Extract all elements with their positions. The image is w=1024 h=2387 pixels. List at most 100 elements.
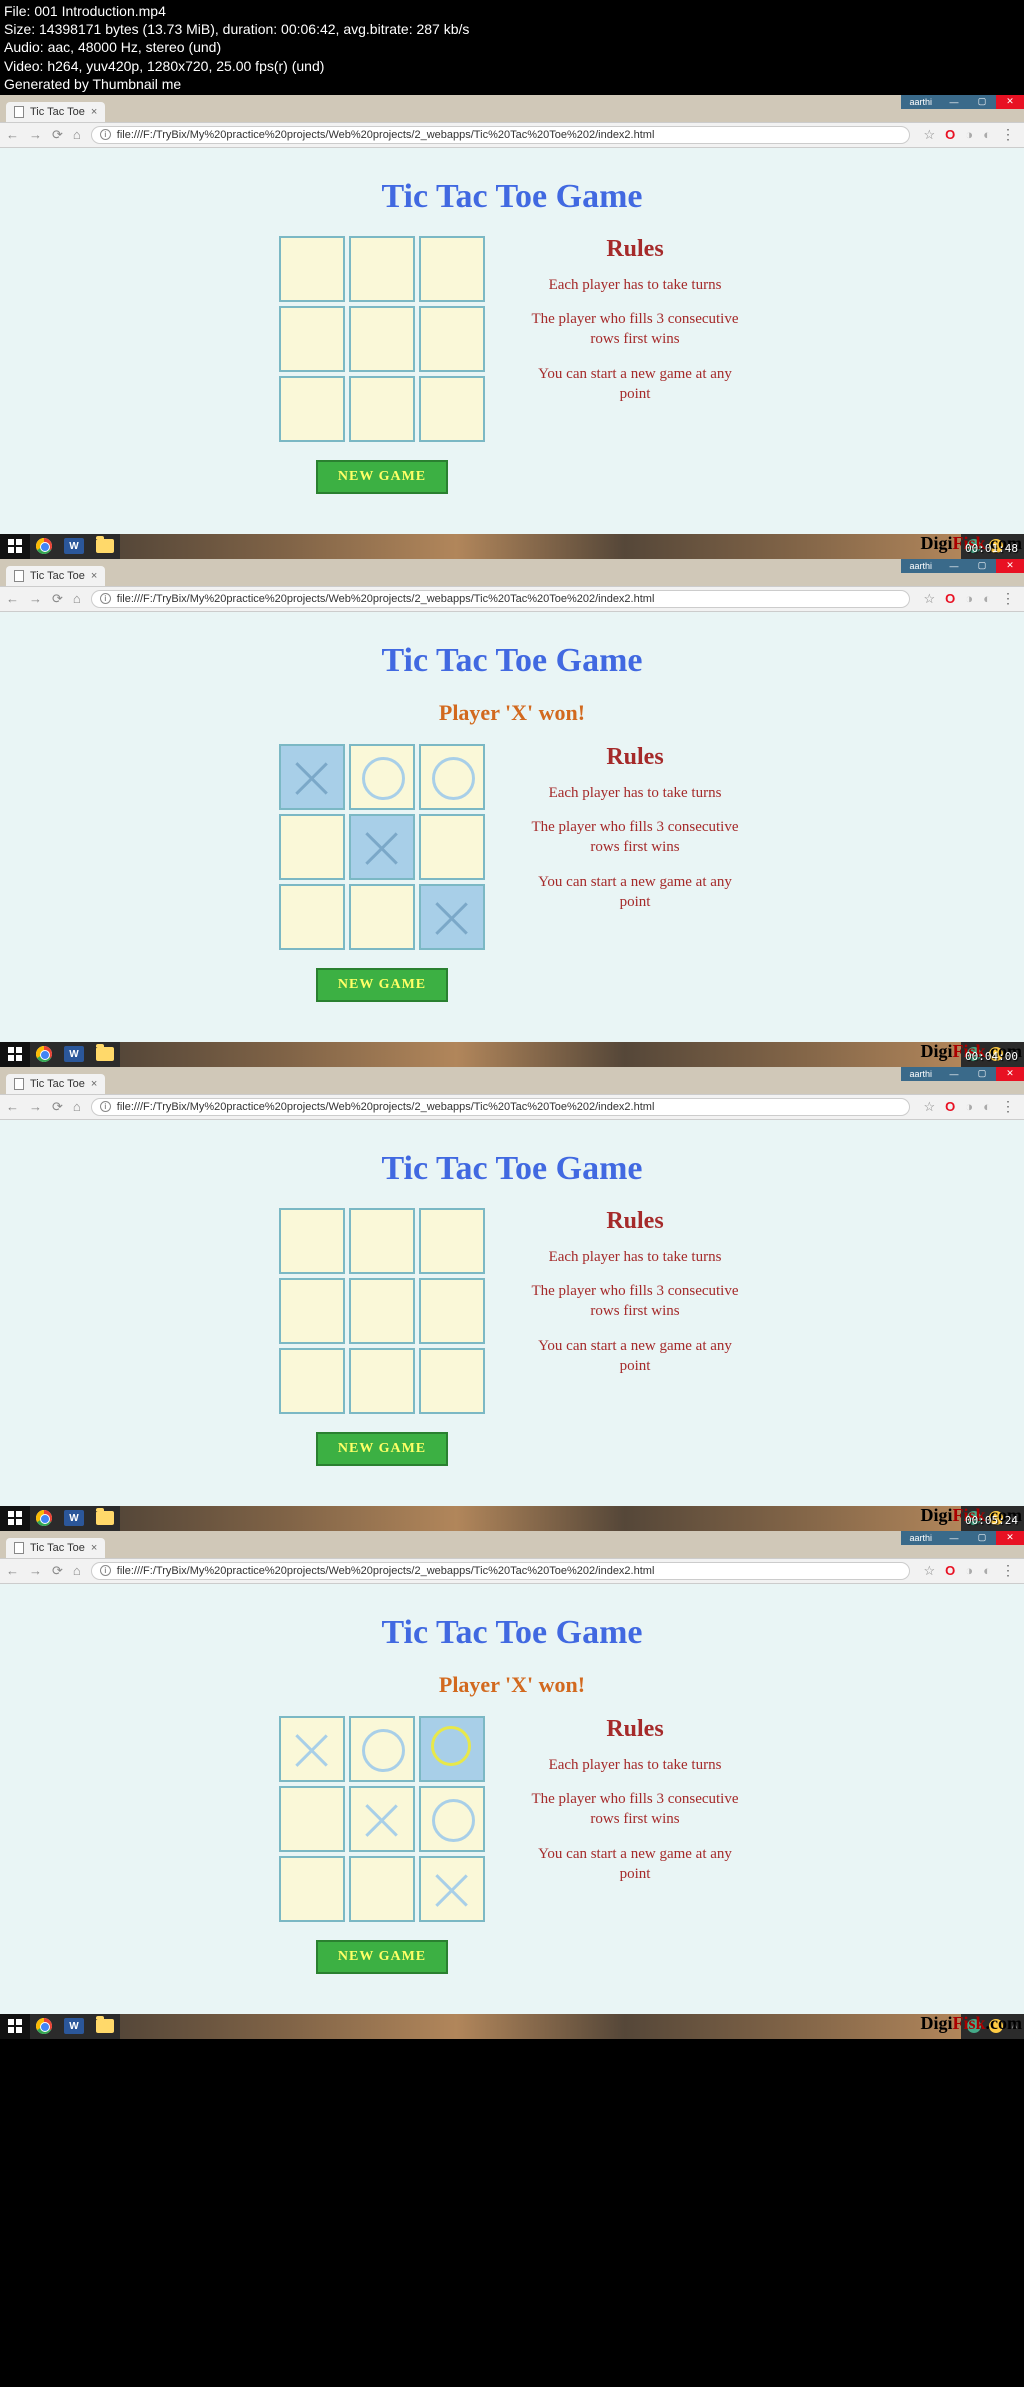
nav-back-icon[interactable]: ← <box>6 1099 19 1114</box>
new-game-button[interactable]: NEW GAME <box>316 460 448 494</box>
board-cell[interactable] <box>419 1856 485 1922</box>
extension-icon[interactable]: ◑ <box>965 1563 973 1578</box>
taskbar-chrome[interactable] <box>30 2014 58 2039</box>
board-cell[interactable] <box>419 236 485 302</box>
window-close-button[interactable]: ✕ <box>996 559 1024 573</box>
site-info-icon[interactable]: i <box>100 1565 111 1576</box>
board-cell[interactable] <box>279 1856 345 1922</box>
bookmark-star-icon[interactable]: ☆ <box>924 591 936 607</box>
taskbar-word[interactable]: W <box>58 2014 90 2039</box>
opera-extension-icon[interactable]: O <box>945 591 955 606</box>
taskbar-chrome[interactable] <box>30 534 58 559</box>
url-input[interactable]: i file:///F:/TryBix/My%20practice%20proj… <box>91 590 910 608</box>
extension-icon-2[interactable]: ◐ <box>983 127 991 142</box>
nav-home-icon[interactable]: ⌂ <box>73 127 81 142</box>
board-cell[interactable] <box>349 236 415 302</box>
board-cell[interactable] <box>419 1348 485 1414</box>
nav-reload-icon[interactable]: ⟳ <box>52 1563 63 1579</box>
extension-icon[interactable]: ◑ <box>965 1099 973 1114</box>
taskbar-explorer[interactable] <box>90 534 120 559</box>
taskbar-word[interactable]: W <box>58 534 90 559</box>
tab-close-icon[interactable]: × <box>91 570 97 582</box>
nav-reload-icon[interactable]: ⟳ <box>52 127 63 143</box>
board-cell[interactable] <box>349 884 415 950</box>
board-cell[interactable] <box>279 236 345 302</box>
board-cell[interactable] <box>279 1278 345 1344</box>
nav-back-icon[interactable]: ← <box>6 591 19 606</box>
board-cell[interactable] <box>349 814 415 880</box>
tab-close-icon[interactable]: × <box>91 1542 97 1554</box>
board-cell[interactable] <box>419 1786 485 1852</box>
url-input[interactable]: i file:///F:/TryBix/My%20practice%20proj… <box>91 126 910 144</box>
browser-tab[interactable]: Tic Tac Toe × <box>6 102 105 122</box>
nav-home-icon[interactable]: ⌂ <box>73 591 81 606</box>
nav-forward-icon[interactable]: → <box>29 1099 42 1114</box>
window-minimize-button[interactable]: — <box>940 95 968 109</box>
extension-icon[interactable]: ◑ <box>965 127 973 142</box>
start-button[interactable] <box>0 1506 30 1531</box>
board-cell[interactable] <box>279 744 345 810</box>
window-maximize-button[interactable]: ▢ <box>968 1531 996 1545</box>
board-cell[interactable] <box>419 1278 485 1344</box>
board-cell[interactable] <box>279 306 345 372</box>
board-cell[interactable] <box>279 1786 345 1852</box>
board-cell[interactable] <box>419 1716 485 1782</box>
window-close-button[interactable]: ✕ <box>996 1531 1024 1545</box>
opera-extension-icon[interactable]: O <box>945 1563 955 1578</box>
bookmark-star-icon[interactable]: ☆ <box>924 1563 936 1579</box>
board-cell[interactable] <box>279 1348 345 1414</box>
opera-extension-icon[interactable]: O <box>945 127 955 142</box>
tab-close-icon[interactable]: × <box>91 1078 97 1090</box>
opera-extension-icon[interactable]: O <box>945 1099 955 1114</box>
board-cell[interactable] <box>419 306 485 372</box>
start-button[interactable] <box>0 534 30 559</box>
site-info-icon[interactable]: i <box>100 593 111 604</box>
board-cell[interactable] <box>419 814 485 880</box>
nav-forward-icon[interactable]: → <box>29 127 42 142</box>
url-input[interactable]: i file:///F:/TryBix/My%20practice%20proj… <box>91 1562 910 1580</box>
board-cell[interactable] <box>349 1716 415 1782</box>
nav-home-icon[interactable]: ⌂ <box>73 1099 81 1114</box>
board-cell[interactable] <box>419 1208 485 1274</box>
nav-back-icon[interactable]: ← <box>6 127 19 142</box>
browser-tab[interactable]: Tic Tac Toe × <box>6 1538 105 1558</box>
start-button[interactable] <box>0 2014 30 2039</box>
board-cell[interactable] <box>349 744 415 810</box>
bookmark-star-icon[interactable]: ☆ <box>924 127 936 143</box>
board-cell[interactable] <box>349 1348 415 1414</box>
extension-icon-2[interactable]: ◐ <box>983 1099 991 1114</box>
window-minimize-button[interactable]: — <box>940 1531 968 1545</box>
new-game-button[interactable]: NEW GAME <box>316 968 448 1002</box>
browser-menu-icon[interactable]: ⋮ <box>1001 126 1014 143</box>
site-info-icon[interactable]: i <box>100 1101 111 1112</box>
window-maximize-button[interactable]: ▢ <box>968 1067 996 1081</box>
window-maximize-button[interactable]: ▢ <box>968 559 996 573</box>
tab-close-icon[interactable]: × <box>91 106 97 118</box>
new-game-button[interactable]: NEW GAME <box>316 1432 448 1466</box>
taskbar-explorer[interactable] <box>90 1042 120 1067</box>
taskbar-word[interactable]: W <box>58 1506 90 1531</box>
nav-forward-icon[interactable]: → <box>29 591 42 606</box>
taskbar-explorer[interactable] <box>90 2014 120 2039</box>
browser-menu-icon[interactable]: ⋮ <box>1001 1562 1014 1579</box>
nav-reload-icon[interactable]: ⟳ <box>52 1099 63 1115</box>
bookmark-star-icon[interactable]: ☆ <box>924 1099 936 1115</box>
extension-icon[interactable]: ◑ <box>965 591 973 606</box>
new-game-button[interactable]: NEW GAME <box>316 1940 448 1974</box>
board-cell[interactable] <box>279 884 345 950</box>
board-cell[interactable] <box>419 744 485 810</box>
taskbar-chrome[interactable] <box>30 1042 58 1067</box>
window-close-button[interactable]: ✕ <box>996 1067 1024 1081</box>
board-cell[interactable] <box>419 376 485 442</box>
nav-back-icon[interactable]: ← <box>6 1563 19 1578</box>
window-close-button[interactable]: ✕ <box>996 95 1024 109</box>
browser-menu-icon[interactable]: ⋮ <box>1001 590 1014 607</box>
board-cell[interactable] <box>349 1856 415 1922</box>
nav-forward-icon[interactable]: → <box>29 1563 42 1578</box>
window-maximize-button[interactable]: ▢ <box>968 95 996 109</box>
board-cell[interactable] <box>279 376 345 442</box>
window-minimize-button[interactable]: — <box>940 559 968 573</box>
window-minimize-button[interactable]: — <box>940 1067 968 1081</box>
url-input[interactable]: i file:///F:/TryBix/My%20practice%20proj… <box>91 1098 910 1116</box>
browser-menu-icon[interactable]: ⋮ <box>1001 1098 1014 1115</box>
